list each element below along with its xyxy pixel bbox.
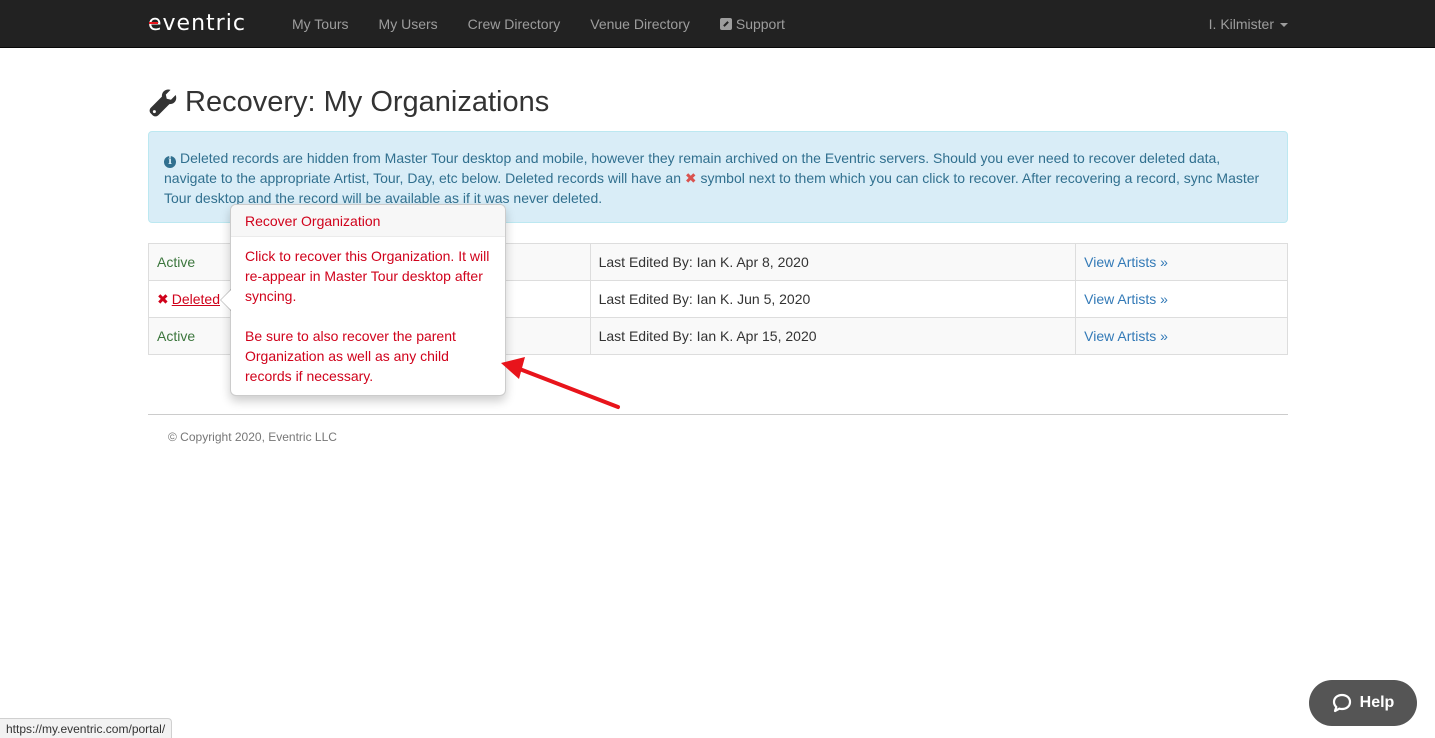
eventric-logo[interactable]: eventric — [148, 11, 260, 35]
last-edited-cell: Last Edited By: Ian K. Apr 8, 2020 — [589, 243, 1077, 281]
wrench-icon — [149, 89, 177, 116]
popover-paragraph: Click to recover this Organization. It w… — [245, 248, 490, 304]
nav-my-tours[interactable]: My Tours — [277, 0, 364, 48]
help-button[interactable]: Help — [1309, 680, 1417, 726]
nav-my-users[interactable]: My Users — [364, 0, 453, 48]
nav-support[interactable]: Support — [705, 0, 800, 48]
help-label: Help — [1359, 694, 1395, 711]
user-name: I. Kilmister — [1208, 16, 1274, 32]
popover-paragraph: Be sure to also recover the parent Organ… — [245, 328, 456, 384]
status-active: Active — [157, 328, 196, 344]
nav-venue-directory[interactable]: Venue Directory — [575, 0, 705, 48]
page-title-text: Recovery: My Organizations — [185, 86, 550, 118]
top-navbar: eventric My Tours My Users Crew Director… — [0, 0, 1435, 48]
action-cell: View Artists » — [1075, 243, 1288, 281]
status-bar-url: https://my.eventric.com/portal/ — [0, 718, 173, 738]
status-deleted-label: Deleted — [171, 290, 220, 307]
page-title: Recovery: My Organizations — [148, 86, 549, 119]
caret-down-icon — [1280, 23, 1288, 28]
action-cell: View Artists » — [1075, 317, 1288, 355]
recover-deleted-link[interactable]: ✖ Deleted — [157, 291, 220, 307]
info-circle-icon: i — [164, 156, 176, 168]
nav-links: My Tours My Users Crew Directory Venue D… — [277, 0, 800, 48]
view-artists-link[interactable]: View Artists » — [1084, 254, 1168, 270]
deleted-x-icon: ✖ — [157, 290, 169, 307]
nav-support-label: Support — [735, 16, 785, 32]
user-menu-dropdown[interactable]: I. Kilmister — [1209, 0, 1288, 48]
chat-bubble-icon — [1332, 693, 1351, 713]
deleted-x-icon: ✖ — [684, 170, 697, 186]
copyright-text: © Copyright 2020, Eventric LLC — [168, 430, 337, 444]
nav-crew-directory[interactable]: Crew Directory — [453, 0, 576, 48]
external-link-icon — [719, 18, 732, 30]
annotation-arrow-icon — [501, 357, 620, 409]
recover-organization-popover: Recover Organization Click to recover th… — [220, 204, 506, 396]
popover-title: Recover Organization — [231, 205, 505, 237]
popover-content: Click to recover this Organization. It w… — [231, 237, 505, 395]
svg-text:eventric: eventric — [148, 11, 246, 35]
last-edited-cell: Last Edited By: Ian K. Jun 5, 2020 — [589, 280, 1077, 318]
popover-arrow — [220, 289, 231, 311]
view-artists-link[interactable]: View Artists » — [1084, 328, 1168, 344]
last-edited-cell: Last Edited By: Ian K. Apr 15, 2020 — [589, 317, 1077, 355]
footer-divider — [148, 414, 1288, 415]
status-active: Active — [157, 254, 196, 270]
view-artists-link[interactable]: View Artists » — [1084, 291, 1168, 307]
action-cell: View Artists » — [1075, 280, 1288, 318]
